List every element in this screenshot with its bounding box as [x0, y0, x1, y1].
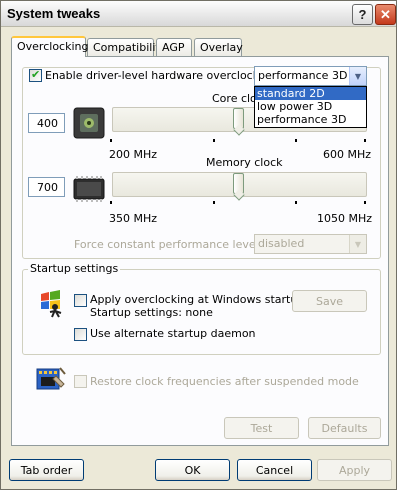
startup-status-text: Startup settings: none [90, 306, 213, 319]
apply-at-startup-label: Apply overclocking at Windows startup [90, 293, 305, 306]
close-button[interactable]: ✕ [375, 4, 396, 25]
tab-compatibility[interactable]: Compatibility [87, 38, 166, 56]
defaults-button[interactable]: Defaults [308, 417, 381, 439]
alternate-daemon-checkbox[interactable] [74, 328, 87, 341]
chevron-down-icon[interactable]: ▼ [349, 67, 366, 85]
tab-order-button[interactable]: Tab order [9, 459, 84, 481]
enable-overclocking-checkbox[interactable] [29, 68, 42, 82]
memory-clock-slider[interactable] [112, 172, 367, 197]
restore-clock-label: Restore clock frequencies after suspende… [90, 375, 359, 388]
gpu-chip-icon [73, 107, 105, 139]
core-slider-tick [213, 139, 215, 142]
chevron-down-icon[interactable]: ▼ [349, 235, 366, 253]
memory-min-label: 350 MHz [109, 212, 158, 225]
memory-chip-icon [73, 176, 105, 202]
memory-clock-value[interactable]: 700 [28, 177, 65, 197]
core-clock-slider-thumb[interactable] [233, 108, 244, 129]
title-bar[interactable]: System tweaks ? ✕ [1, 1, 396, 27]
mode-option-standard-2d[interactable]: standard 2D [255, 87, 366, 100]
core-slider-tick [110, 139, 112, 142]
force-performance-select[interactable]: disabled ▼ [254, 234, 367, 254]
apply-button[interactable]: Apply [317, 459, 392, 481]
windows-startup-icon [41, 290, 62, 318]
memory-slider-tick [364, 201, 366, 204]
memory-slider-tick [110, 201, 112, 204]
memory-slider-tick [295, 201, 297, 204]
core-max-label: 600 MHz [323, 148, 372, 161]
memory-clock-label: Memory clock [206, 156, 283, 169]
force-performance-value: disabled [258, 237, 305, 250]
mode-dropdown-list: standard 2D low power 3D performance 3D [254, 86, 367, 128]
mode-option-low-power-3d[interactable]: low power 3D [255, 100, 366, 113]
test-button[interactable]: Test [224, 417, 299, 439]
force-performance-label: Force constant performance level [74, 238, 259, 251]
startup-settings-label: Startup settings [28, 262, 121, 275]
help-button[interactable]: ? [352, 4, 373, 25]
ok-button[interactable]: OK [155, 459, 230, 481]
save-button[interactable]: Save [292, 290, 367, 312]
enable-overclocking-label: Enable driver-level hardware overclockin… [45, 69, 277, 82]
cancel-button[interactable]: Cancel [237, 459, 312, 481]
system-tweaks-window: System tweaks ? ✕ Overclocking Compatibi… [0, 0, 397, 490]
core-slider-tick [295, 139, 297, 142]
memory-slider-tick [213, 201, 215, 204]
mode-select[interactable]: performance 3D ▼ [254, 66, 367, 86]
core-clock-value[interactable]: 400 [28, 113, 65, 133]
mode-select-value: performance 3D [258, 69, 348, 82]
window-title: System tweaks [7, 6, 101, 21]
tab-overlay[interactable]: Overlay [194, 38, 243, 56]
restore-clock-checkbox[interactable] [74, 375, 87, 388]
video-card-icon [36, 367, 66, 390]
tab-agp[interactable]: AGP [156, 38, 192, 56]
apply-at-startup-checkbox[interactable] [74, 294, 87, 307]
core-slider-tick [364, 139, 366, 142]
core-min-label: 200 MHz [109, 148, 158, 161]
memory-max-label: 1050 MHz [317, 212, 373, 225]
alternate-daemon-label: Use alternate startup daemon [90, 327, 256, 340]
overclocking-panel: Enable driver-level hardware overclockin… [11, 56, 389, 446]
memory-clock-slider-thumb[interactable] [233, 173, 244, 194]
tab-overclocking[interactable]: Overclocking [11, 36, 88, 57]
mode-option-performance-3d[interactable]: performance 3D [255, 113, 366, 126]
